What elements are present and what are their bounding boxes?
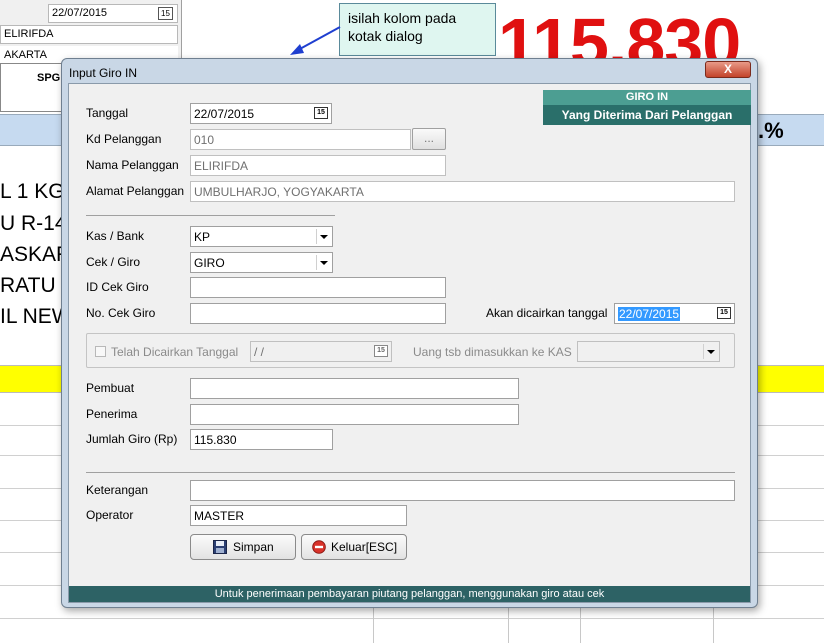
nama-pelanggan-field[interactable]: ELIRIFDA	[190, 155, 446, 176]
ellipsis-icon: ...	[423, 131, 434, 145]
close-button[interactable]: X	[705, 61, 751, 78]
jumlah-giro-field[interactable]: 115.830	[190, 429, 333, 450]
simpan-button[interactable]: Simpan	[190, 534, 296, 560]
telah-dicairkan-date-field[interactable]: / /	[250, 341, 392, 362]
bg-customer-name: ELIRIFDA	[0, 25, 178, 44]
grid-line	[0, 618, 824, 619]
telah-dicairkan-value: / /	[254, 345, 265, 359]
dialog-title: Input Giro IN	[69, 66, 138, 80]
keluar-label: Keluar[ESC]	[331, 540, 398, 554]
giro-in-header: GIRO IN	[543, 90, 751, 105]
bg-date-value: 22/07/2015	[52, 7, 108, 19]
keluar-button[interactable]: Keluar[ESC]	[301, 534, 407, 560]
operator-field[interactable]: MASTER	[190, 505, 407, 526]
floppy-disk-icon	[213, 540, 227, 554]
telah-dicairkan-label: Telah Dicairkan Tanggal	[111, 345, 239, 359]
cek-giro-label: Cek / Giro	[86, 255, 141, 269]
id-cek-giro-field[interactable]	[190, 277, 446, 298]
alamat-pelanggan-field[interactable]: UMBULHARJO, YOGYAKARTA	[190, 181, 735, 202]
telah-dicairkan-checkbox[interactable]	[95, 346, 106, 357]
percent-label: .%	[758, 118, 784, 143]
spg-label: SPG	[37, 72, 61, 84]
callout-line-1: isilah kolom pada	[348, 10, 457, 26]
browse-customer-button[interactable]: ...	[412, 128, 446, 150]
separator	[86, 472, 735, 473]
no-cek-giro-label: No. Cek Giro	[86, 306, 156, 320]
dialog-titlebar[interactable]: Input Giro IN X	[62, 59, 757, 83]
operator-label: Operator	[86, 508, 134, 522]
kas-bank-dropdown[interactable]: KP	[190, 226, 333, 247]
bg-item-row: U R-14	[0, 212, 67, 235]
uang-masuk-kas-dropdown[interactable]	[577, 341, 720, 362]
kas-bank-value: KP	[194, 230, 211, 244]
bg-customer-name-value: ELIRIFDA	[4, 28, 54, 40]
operator-value: MASTER	[194, 509, 245, 523]
chevron-down-icon[interactable]	[703, 344, 717, 359]
jumlah-giro-label: Jumlah Giro (Rp)	[86, 432, 178, 446]
callout-arrow-icon	[290, 26, 341, 55]
tanggal-date-field[interactable]: 22/07/2015	[190, 103, 332, 124]
dialog-footer-hint: Untuk penerimaan pembayaran piutang pela…	[69, 586, 750, 602]
calendar-icon[interactable]: 15	[374, 345, 388, 357]
annotation-callout: isilah kolom pada kotak dialog	[339, 3, 496, 56]
nama-pelanggan-label: Nama Pelanggan	[86, 158, 179, 172]
pencairan-group: Telah Dicairkan Tanggal / / 15 Uang tsb …	[86, 333, 735, 368]
simpan-label: Simpan	[233, 540, 274, 554]
giro-in-subheader: Yang Diterima Dari Pelanggan	[543, 105, 751, 125]
exit-icon	[312, 540, 326, 554]
tanggal-label: Tanggal	[86, 106, 129, 120]
calendar-icon[interactable]: 15	[314, 107, 328, 119]
separator	[86, 215, 335, 216]
bg-city-value: AKARTA	[4, 49, 47, 61]
calendar-icon[interactable]: 15	[717, 307, 731, 319]
input-giro-dialog: Input Giro IN X GIRO IN Yang Diterima Da…	[61, 58, 758, 608]
pembuat-label: Pembuat	[86, 381, 135, 395]
chevron-down-icon[interactable]	[316, 229, 330, 244]
chevron-down-icon[interactable]	[316, 255, 330, 270]
pembuat-field[interactable]	[190, 378, 519, 399]
kd-pelanggan-label: Kd Pelanggan	[86, 132, 162, 146]
close-icon: X	[723, 62, 732, 76]
akan-dicairkan-label: Akan dicairkan tanggal	[486, 306, 608, 320]
penerima-field[interactable]	[190, 404, 519, 425]
kd-pelanggan-value: 010	[194, 133, 215, 147]
akan-dicairkan-value: 22/07/2015	[618, 307, 681, 321]
dialog-body: GIRO IN Yang Diterima Dari Pelanggan Tan…	[68, 83, 751, 603]
tanggal-value: 22/07/2015	[194, 107, 255, 121]
cek-giro-dropdown[interactable]: GIRO	[190, 252, 333, 273]
penerima-label: Penerima	[86, 407, 138, 421]
kd-pelanggan-field[interactable]: 010	[190, 129, 411, 150]
cek-giro-value: GIRO	[194, 256, 225, 270]
keterangan-field[interactable]	[190, 480, 735, 501]
keterangan-label: Keterangan	[86, 483, 149, 497]
bg-item-row: L 1 KG	[0, 180, 65, 203]
kas-bank-label: Kas / Bank	[86, 229, 145, 243]
calendar-icon[interactable]: 15	[158, 7, 173, 20]
alamat-pelanggan-label: Alamat Pelanggan	[86, 184, 185, 198]
alamat-pelanggan-value: UMBULHARJO, YOGYAKARTA	[194, 185, 364, 199]
uang-masuk-kas-label: Uang tsb dimasukkan ke KAS	[413, 345, 572, 359]
jumlah-giro-value: 115.830	[194, 433, 237, 447]
no-cek-giro-field[interactable]	[190, 303, 446, 324]
nama-pelanggan-value: ELIRIFDA	[194, 159, 249, 173]
id-cek-giro-label: ID Cek Giro	[86, 280, 149, 294]
callout-line-2: kotak dialog	[348, 28, 423, 44]
